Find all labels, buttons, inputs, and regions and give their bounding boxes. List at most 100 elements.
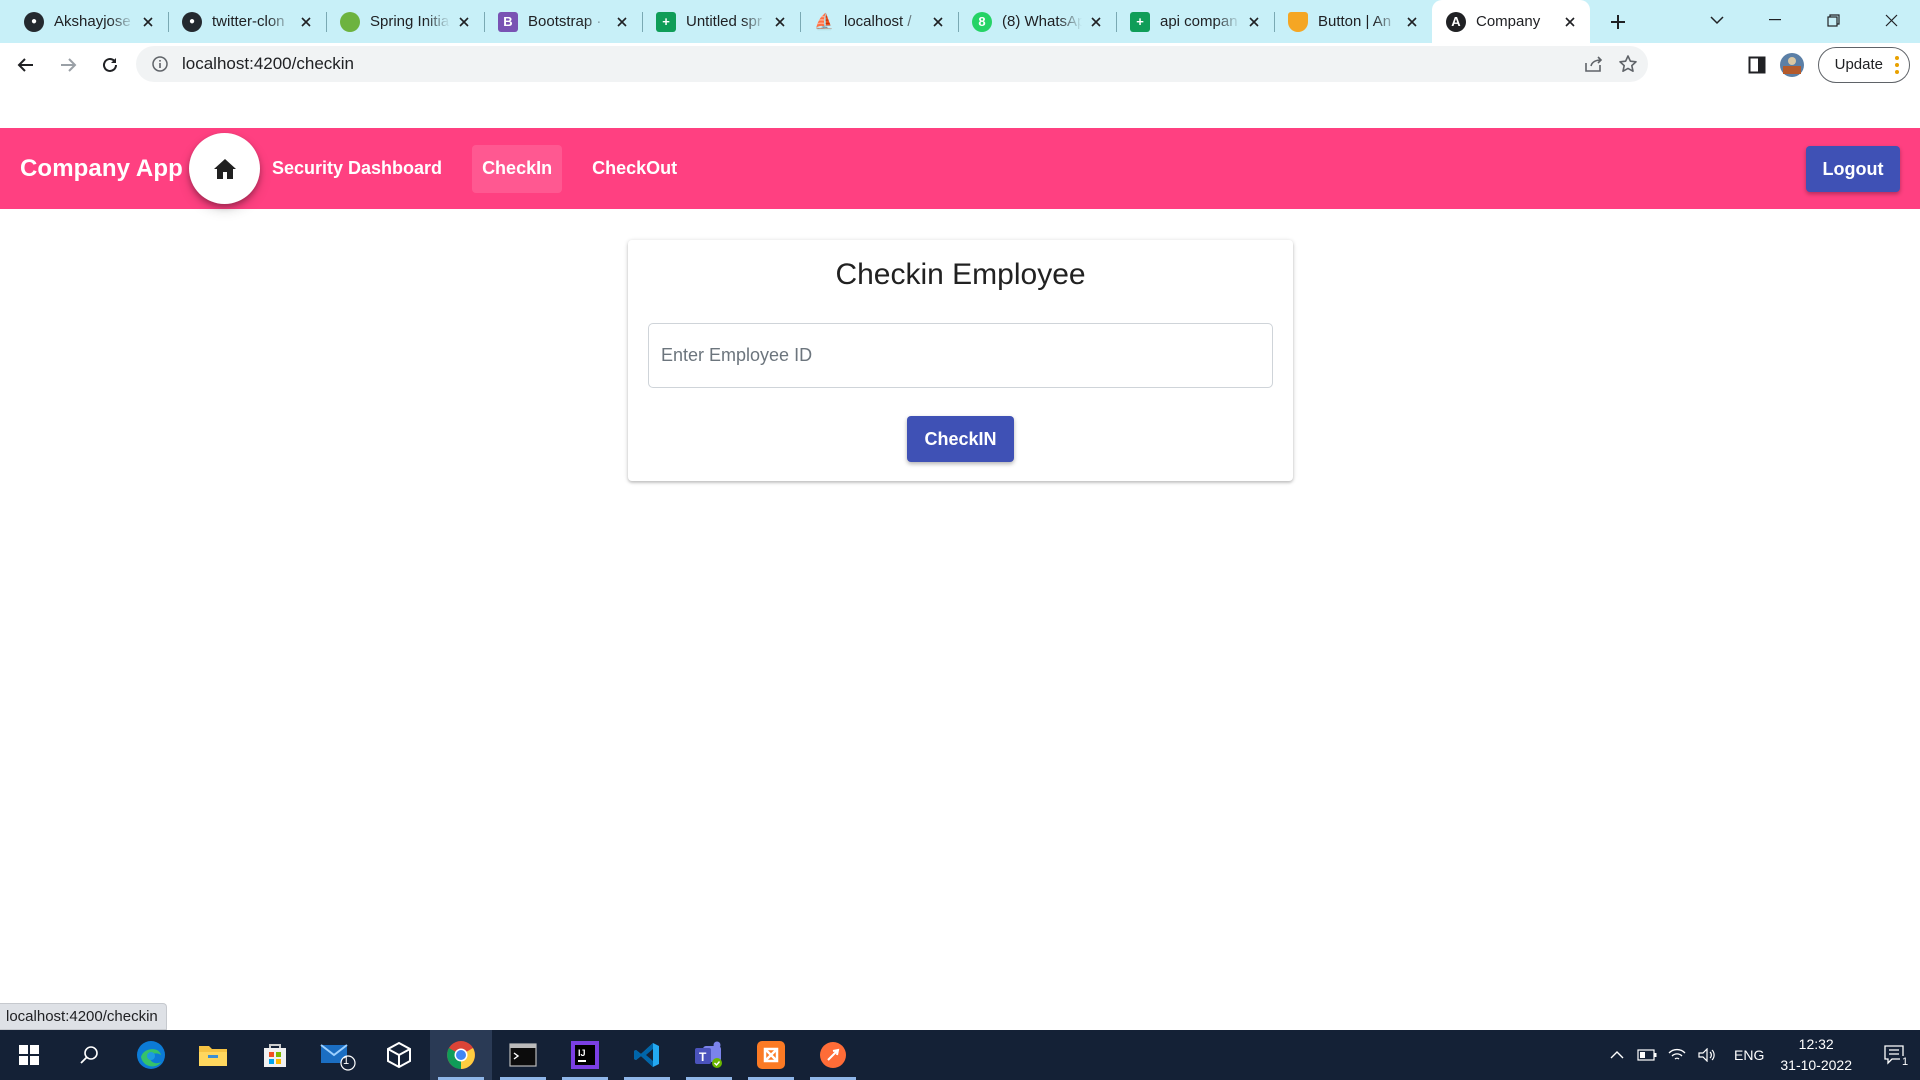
nav-checkout[interactable]: CheckOut xyxy=(582,145,687,193)
browser-tab-strip: ● Akshayjose ● twitter-clon Spring Initia B Bo… xyxy=(0,0,1920,43)
tab-list: ● Akshayjose ● twitter-clon Spring Initia B Bo… xyxy=(0,0,1590,43)
tab-close-icon[interactable] xyxy=(1404,14,1420,30)
angular-icon: A xyxy=(1446,11,1466,32)
arrow-right-icon xyxy=(61,57,77,72)
edge-icon[interactable] xyxy=(120,1030,182,1080)
tab-close-icon[interactable] xyxy=(456,14,472,30)
minimize-button[interactable] xyxy=(1746,0,1804,40)
tab-close-icon[interactable] xyxy=(1246,14,1262,30)
teams-icon[interactable]: T xyxy=(678,1030,740,1080)
mail-icon[interactable]: 1 xyxy=(306,1030,368,1080)
restore-icon xyxy=(1826,13,1840,27)
more-menu-icon xyxy=(1895,55,1899,74)
tab-close-icon[interactable] xyxy=(140,14,156,30)
tab-close-icon[interactable] xyxy=(1088,14,1104,30)
tab-close-icon[interactable] xyxy=(614,14,630,30)
tab-close-icon[interactable] xyxy=(1562,14,1578,30)
whatsapp-icon: 8 xyxy=(972,11,992,32)
spring-icon xyxy=(340,11,360,32)
home-icon xyxy=(213,158,236,179)
wifi-icon[interactable] xyxy=(1662,1030,1692,1080)
nav-checkin[interactable]: CheckIn xyxy=(472,144,563,193)
tab-title: Button | An xyxy=(1318,13,1392,30)
browser-tab[interactable]: 8 (8) WhatsAp xyxy=(958,0,1116,43)
app-toolbar: Company App . Security Dashboard CheckIn… xyxy=(0,128,1920,209)
chevron-up-icon[interactable] xyxy=(1602,1030,1632,1080)
browser-tab[interactable]: Spring Initia xyxy=(326,0,484,43)
store-icon[interactable] xyxy=(244,1030,306,1080)
new-tab-button[interactable] xyxy=(1598,0,1638,43)
tab-title: Bootstrap · xyxy=(528,13,602,30)
toolbar-right: Update xyxy=(1748,43,1910,86)
search-icon[interactable] xyxy=(58,1030,120,1080)
back-button[interactable] xyxy=(6,47,46,83)
system-tray: ENG 12:32 31-10-2022 1 xyxy=(1602,1030,1920,1080)
forward-button[interactable] xyxy=(48,47,88,83)
file-explorer-icon[interactable] xyxy=(182,1030,244,1080)
terminal-icon[interactable] xyxy=(492,1030,554,1080)
tab-title: Spring Initia xyxy=(370,13,450,30)
arrow-left-icon xyxy=(17,57,33,72)
browser-tab[interactable]: B Bootstrap · xyxy=(484,0,642,43)
reload-button[interactable] xyxy=(90,47,130,83)
virtualbox-icon[interactable] xyxy=(368,1030,430,1080)
browser-tab[interactable]: ● twitter-clon xyxy=(168,0,326,43)
notification-center-icon[interactable]: 1 xyxy=(1870,1030,1920,1080)
logout-button[interactable]: Logout xyxy=(1806,146,1900,192)
browser-tab[interactable]: A Company xyxy=(1432,0,1590,43)
clock-time: 12:32 xyxy=(1798,1036,1834,1052)
minimize-icon xyxy=(1769,19,1781,21)
sheets-icon: + xyxy=(1130,11,1150,32)
bookmark-star-icon[interactable] xyxy=(1618,54,1638,74)
tab-close-icon[interactable] xyxy=(930,14,946,30)
bootstrap-icon: B xyxy=(498,11,518,32)
profile-avatar[interactable] xyxy=(1779,52,1804,77)
clock[interactable]: 12:32 31-10-2022 xyxy=(1780,1034,1852,1076)
employee-id-input[interactable] xyxy=(648,323,1273,388)
link-status-bubble: localhost:4200/checkin xyxy=(0,1003,167,1030)
plus-icon xyxy=(1611,14,1625,29)
tab-close-icon[interactable] xyxy=(772,14,788,30)
browser-tab[interactable]: + api compan xyxy=(1116,0,1274,43)
chrome-icon[interactable] xyxy=(430,1030,492,1080)
side-panel-icon[interactable] xyxy=(1748,56,1766,74)
omnibox[interactable]: localhost:4200/checkin xyxy=(136,46,1648,82)
clock-date: 31-10-2022 xyxy=(1780,1057,1852,1073)
tab-title: (8) WhatsAp xyxy=(1002,13,1082,30)
update-button[interactable]: Update xyxy=(1817,46,1910,83)
tab-title: Untitled spr xyxy=(686,13,762,30)
tab-close-icon[interactable] xyxy=(298,14,314,30)
home-button[interactable] xyxy=(189,133,260,204)
restore-button[interactable] xyxy=(1804,0,1862,40)
browser-tab[interactable]: Button | An xyxy=(1274,0,1432,43)
start-icon[interactable] xyxy=(0,1030,58,1080)
nav-security-dashboard[interactable]: Security Dashboard xyxy=(262,145,452,193)
language-indicator[interactable]: ENG xyxy=(1734,1047,1764,1063)
notification-badge: 1 xyxy=(1900,1056,1911,1068)
checkin-button[interactable]: CheckIN xyxy=(907,416,1014,462)
app-nav: Security Dashboard CheckIn CheckOut xyxy=(262,128,707,209)
intellij-icon[interactable]: IJ xyxy=(554,1030,616,1080)
volume-icon[interactable] xyxy=(1692,1030,1722,1080)
browser-tab[interactable]: ⛵ localhost / xyxy=(800,0,958,43)
svg-text:IJ: IJ xyxy=(578,1048,586,1058)
windows-taskbar: 1 IJ T ENG 12:32 31-10-2022 1 xyxy=(0,1030,1920,1080)
card-title: Checkin Employee xyxy=(835,258,1086,291)
tab-title: Company xyxy=(1476,13,1541,30)
browser-tab[interactable]: ● Akshayjose xyxy=(10,0,168,43)
url-text[interactable]: localhost:4200/checkin xyxy=(182,54,354,74)
browser-tab[interactable]: + Untitled spr xyxy=(642,0,800,43)
close-window-button[interactable] xyxy=(1862,0,1920,40)
close-icon xyxy=(1885,14,1897,26)
tab-search-button[interactable] xyxy=(1688,0,1746,40)
phpmyadmin-icon: ⛵ xyxy=(814,13,834,31)
site-info-icon[interactable] xyxy=(142,46,178,82)
share-icon[interactable] xyxy=(1584,55,1604,73)
svg-text:T: T xyxy=(699,1050,707,1064)
vscode-icon[interactable] xyxy=(616,1030,678,1080)
postman-icon[interactable] xyxy=(802,1030,864,1080)
app-brand[interactable]: Company App . xyxy=(20,155,196,183)
github-icon: ● xyxy=(182,11,202,32)
xampp-icon[interactable] xyxy=(740,1030,802,1080)
battery-icon[interactable] xyxy=(1632,1030,1662,1080)
